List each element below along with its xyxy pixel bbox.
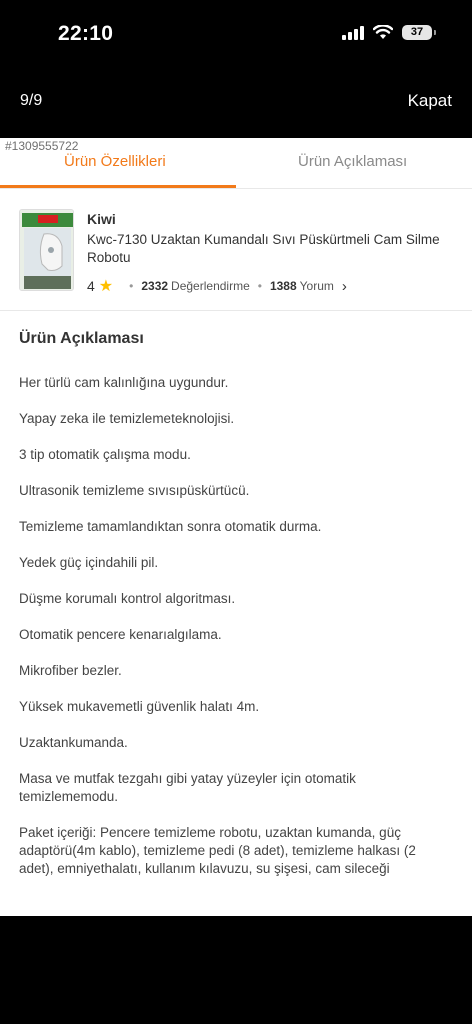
list-item: Paket içeriği: Pencere temizleme robotu,… <box>19 825 416 876</box>
list-item: Düşme korumalı kontrol algoritması. <box>19 591 236 606</box>
cellular-signal-icon <box>342 25 364 40</box>
list-item: Yüksek mukavemetli güvenlik halatı 4m. <box>19 699 260 714</box>
product-thumbnail[interactable] <box>19 209 74 291</box>
list-item: Uzaktankumanda. <box>19 735 128 750</box>
list-item: Mikrofiber bezler. <box>19 663 122 678</box>
star-icon: ★ <box>98 278 114 295</box>
review-count-label[interactable]: Yorum <box>300 279 334 293</box>
close-button[interactable]: Kapat <box>408 91 452 111</box>
list-item: Yedek güç içindahili pil. <box>19 555 159 570</box>
product-summary: Kiwi Kwc-7130 Uzaktan Kumandalı Sıvı Püs… <box>0 190 472 311</box>
rating-count: 2332 <box>141 279 169 293</box>
wifi-icon <box>373 25 393 40</box>
description-title: Ürün Açıklaması <box>19 330 144 347</box>
bottom-area <box>0 916 472 1024</box>
rating-score: 4 <box>87 278 95 294</box>
description-list: Her türlü cam kalınlığına uygundur. Yapa… <box>19 374 449 896</box>
page-counter: 9/9 <box>20 92 43 109</box>
status-time: 22:10 <box>58 22 114 45</box>
review-count: 1388 <box>269 279 297 293</box>
list-item: Masa ve mutfak tezgahı gibi yatay yüzeyl… <box>19 771 356 804</box>
battery-icon: 37 <box>402 25 436 40</box>
tab-product-description[interactable]: Ürün Açıklaması <box>298 153 407 170</box>
rating-row: 4 ★ • 2332 Değerlendirme • 1388 Yorum › <box>87 276 347 296</box>
separator-dot-icon: • <box>129 279 134 293</box>
tab-product-features[interactable]: Ürün Özellikleri <box>64 153 166 170</box>
list-item: 3 tip otomatik çalışma modu. <box>19 447 191 462</box>
list-item: Her türlü cam kalınlığına uygundur. <box>19 375 229 390</box>
list-item: Temizleme tamamlandıktan sonra otomatik … <box>19 519 322 534</box>
separator-dot-icon: • <box>257 279 262 293</box>
list-item: Otomatik pencere kenarıalgılama. <box>19 627 222 642</box>
product-brand: Kiwi <box>87 211 116 227</box>
chevron-right-icon[interactable]: › <box>342 278 347 295</box>
list-item: Ultrasonik temizleme sıvısıpüskürtücü. <box>19 483 250 498</box>
product-name: Kwc-7130 Uzaktan Kumandalı Sıvı Püskürtm… <box>87 232 440 265</box>
image-id-label: #1309555722 <box>5 139 79 153</box>
product-screenshot: Ürün Özellikleri Ürün Açıklaması #130955… <box>0 138 472 916</box>
viewer-top-bar: 9/9 Kapat <box>0 72 472 138</box>
active-tab-indicator <box>0 185 236 188</box>
status-bar: 22:10 37 <box>0 0 472 72</box>
status-icons: 37 <box>342 25 436 40</box>
rating-count-label: Değerlendirme <box>171 279 250 293</box>
list-item: Yapay zeka ile temizlemeteknolojisi. <box>19 411 235 426</box>
